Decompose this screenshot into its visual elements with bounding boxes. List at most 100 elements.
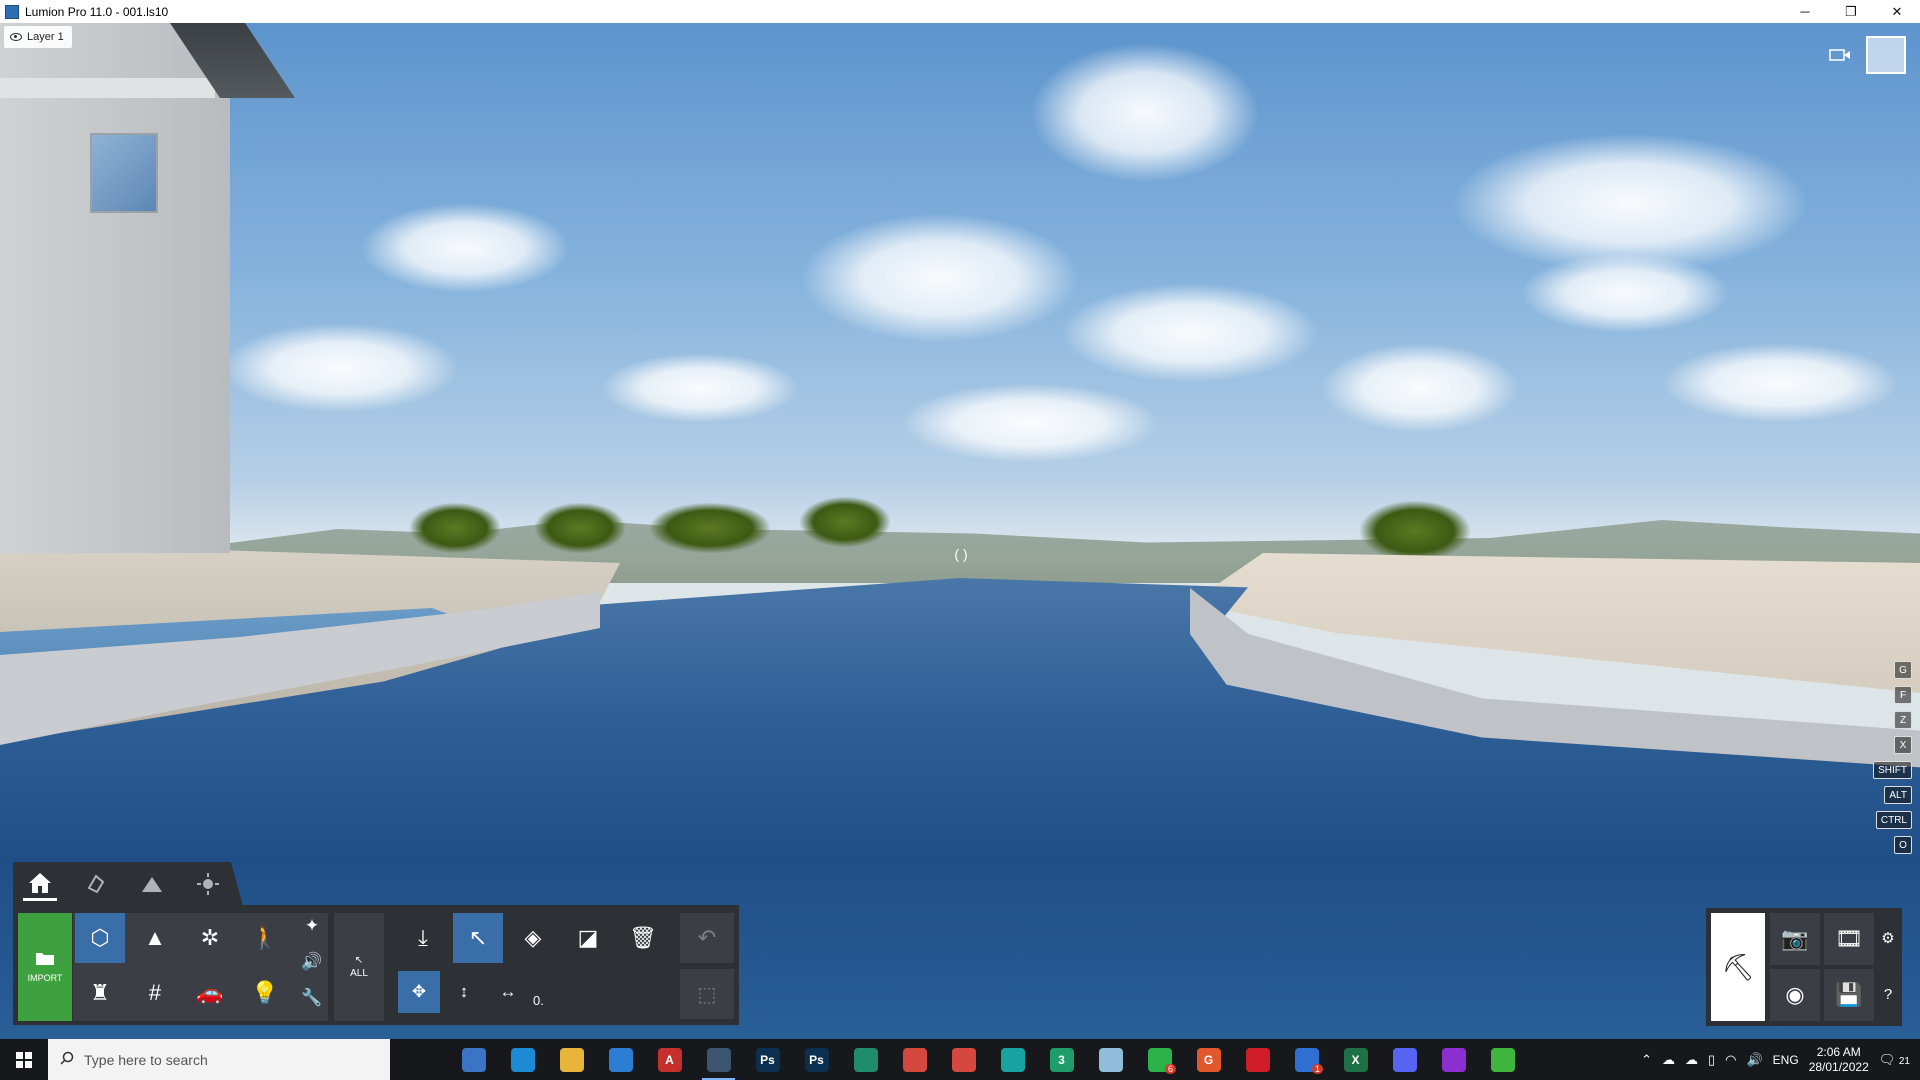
system-tray: ⌃ ☁ ☁ ▯ ◠ 🔊 ENG 2:06 AM 28/01/2022 🗨 21 bbox=[1641, 1039, 1920, 1080]
key-o: O bbox=[1894, 836, 1912, 854]
onedrive-icon[interactable]: ☁ bbox=[1662, 1052, 1675, 1068]
indoor-icon[interactable]: ♜ bbox=[75, 968, 125, 1018]
add-tree-icon[interactable]: ✲ bbox=[185, 913, 235, 963]
start-button[interactable] bbox=[0, 1039, 48, 1080]
sound-icon[interactable]: 🔊 bbox=[295, 945, 329, 979]
building bbox=[0, 23, 230, 553]
taskbar-app-lumion[interactable] bbox=[694, 1039, 743, 1080]
taskbar-app-calculator[interactable] bbox=[449, 1039, 498, 1080]
clock[interactable]: 2:06 AM 28/01/2022 bbox=[1809, 1045, 1869, 1075]
cloud bbox=[800, 213, 1080, 343]
light-icon[interactable]: 💡 bbox=[240, 968, 290, 1018]
app-purple-icon bbox=[1441, 1047, 1466, 1072]
lumion-app-icon bbox=[5, 4, 19, 19]
taskbar-app-app-teal[interactable] bbox=[988, 1039, 1037, 1080]
undo-icon[interactable]: ↶ bbox=[680, 913, 734, 963]
select-icon[interactable]: ↖ bbox=[453, 913, 503, 963]
people-icon[interactable]: 🚶 bbox=[240, 913, 290, 963]
landscape-icon[interactable] bbox=[135, 867, 169, 901]
delete-icon[interactable]: 🗑 bbox=[618, 913, 668, 963]
camera-icon[interactable]: 📷 bbox=[1770, 913, 1820, 965]
app-paper-icon bbox=[1098, 1047, 1123, 1072]
app-badge: 6 bbox=[1164, 1064, 1176, 1074]
all-label: ALL bbox=[350, 968, 368, 979]
rotate-icon[interactable]: ↔ bbox=[488, 971, 528, 1013]
cloud-icon[interactable]: ☁ bbox=[1685, 1052, 1698, 1068]
taskbar-app-app-purple[interactable] bbox=[1429, 1039, 1478, 1080]
height-icon[interactable]: ↕ bbox=[446, 971, 482, 1013]
taskbar-app-app-3[interactable]: 3 bbox=[1037, 1039, 1086, 1080]
360-icon[interactable]: ◉ bbox=[1770, 969, 1820, 1021]
place-object-icon[interactable]: ⤓ bbox=[398, 913, 448, 963]
windows-icon bbox=[16, 1051, 32, 1068]
taskbar-app-app-check[interactable]: 1 bbox=[1282, 1039, 1331, 1080]
taskbar-app-edge[interactable] bbox=[498, 1039, 547, 1080]
photoshop-2-icon: Ps bbox=[804, 1047, 829, 1072]
close-button[interactable]: ✕ bbox=[1874, 0, 1920, 23]
box-select-icon[interactable]: ⬚ bbox=[680, 969, 734, 1019]
title-bar: Lumion Pro 11.0 - 001.ls10 ─ ❐ ✕ bbox=[0, 0, 1920, 23]
taskbar-app-whatsapp[interactable]: 6 bbox=[1135, 1039, 1184, 1080]
weather-icon[interactable] bbox=[191, 867, 225, 901]
transport-icon[interactable]: 🚗 bbox=[185, 968, 235, 1018]
restore-button[interactable]: ❐ bbox=[1828, 0, 1874, 23]
move-icon[interactable]: ✥ bbox=[398, 971, 440, 1013]
eye-icon[interactable] bbox=[10, 33, 22, 41]
taskbar-app-app-paper[interactable] bbox=[1086, 1039, 1135, 1080]
app-3-icon: 3 bbox=[1049, 1047, 1074, 1072]
search-placeholder: Type here to search bbox=[84, 1051, 208, 1068]
taskbar-app-app-green-1[interactable] bbox=[841, 1039, 890, 1080]
taskbar-app-excel[interactable]: X bbox=[1331, 1039, 1380, 1080]
language-indicator[interactable]: ENG bbox=[1773, 1053, 1799, 1067]
taskbar-app-chrome-1[interactable] bbox=[890, 1039, 939, 1080]
home-icon[interactable] bbox=[23, 867, 57, 901]
window-title: Lumion Pro 11.0 - 001.ls10 bbox=[25, 4, 169, 19]
tools-icon[interactable]: 🔧 bbox=[295, 981, 329, 1015]
minimize-button[interactable]: ─ bbox=[1782, 0, 1828, 23]
film-icon[interactable]: 🎞 bbox=[1824, 913, 1874, 965]
layer-button[interactable]: Layer 1 bbox=[4, 26, 72, 48]
build-mode-icon[interactable]: ⛏ bbox=[1711, 913, 1765, 1021]
app-green-1-icon bbox=[853, 1047, 878, 1072]
gear-icon[interactable]: ⚙ bbox=[1876, 926, 1900, 950]
taskbar-app-app-blue[interactable] bbox=[596, 1039, 645, 1080]
camera-view-icon[interactable] bbox=[1826, 44, 1854, 66]
taskbar-app-grammarly[interactable]: G bbox=[1184, 1039, 1233, 1080]
imported-models-icon[interactable]: ⬡ bbox=[75, 913, 125, 963]
taskbar-app-discord[interactable] bbox=[1380, 1039, 1429, 1080]
import-label: IMPORT bbox=[27, 973, 63, 983]
preview-thumbnail[interactable] bbox=[1866, 36, 1906, 74]
taskbar-apps: A Ps Ps 3 6 G 1 X bbox=[400, 1039, 1527, 1080]
taskbar-app-file-explorer[interactable] bbox=[547, 1039, 596, 1080]
select-all-button[interactable]: ↖ ALL bbox=[334, 913, 384, 1021]
notification-center-icon[interactable]: 🗨 21 bbox=[1879, 1052, 1910, 1068]
chrome-2-icon bbox=[951, 1047, 976, 1072]
discord-icon bbox=[1392, 1047, 1417, 1072]
chevron-up-icon[interactable]: ⌃ bbox=[1641, 1052, 1652, 1068]
taskbar-app-chrome-2[interactable] bbox=[939, 1039, 988, 1080]
notification-count: 21 bbox=[1898, 1055, 1910, 1067]
save-icon[interactable]: 💾 bbox=[1824, 969, 1874, 1021]
device-icon[interactable]: ▯ bbox=[1708, 1052, 1715, 1068]
help-icon[interactable]: ? bbox=[1876, 982, 1900, 1006]
taskbar-app-autocad[interactable]: A bbox=[645, 1039, 694, 1080]
taskbar-app-photoshop-1[interactable]: Ps bbox=[743, 1039, 792, 1080]
outdoor-icon[interactable]: # bbox=[130, 968, 180, 1018]
value-field[interactable]: 0. bbox=[533, 993, 563, 1008]
search-box[interactable]: Type here to search bbox=[48, 1039, 390, 1080]
context-menu-icon[interactable]: ◈ bbox=[508, 913, 558, 963]
import-button[interactable]: IMPORT bbox=[18, 913, 72, 1021]
taskbar-app-app-green-2[interactable] bbox=[1478, 1039, 1527, 1080]
wifi-icon[interactable]: ◠ bbox=[1725, 1052, 1736, 1068]
taskbar-app-task-view[interactable] bbox=[400, 1039, 449, 1080]
taskbar-app-photoshop-2[interactable]: Ps bbox=[792, 1039, 841, 1080]
volume-icon[interactable]: 🔊 bbox=[1746, 1052, 1762, 1068]
cloud bbox=[900, 383, 1160, 463]
3d-viewport[interactable]: ( ) bbox=[0, 23, 1920, 1039]
effects-icon[interactable]: ✦ bbox=[295, 909, 329, 943]
taskbar-app-opera[interactable] bbox=[1233, 1039, 1282, 1080]
scale-icon[interactable]: ◪ bbox=[563, 913, 613, 963]
building-ledge bbox=[0, 78, 215, 98]
material-icon[interactable] bbox=[79, 867, 113, 901]
nature-icon[interactable]: ▲ bbox=[130, 913, 180, 963]
